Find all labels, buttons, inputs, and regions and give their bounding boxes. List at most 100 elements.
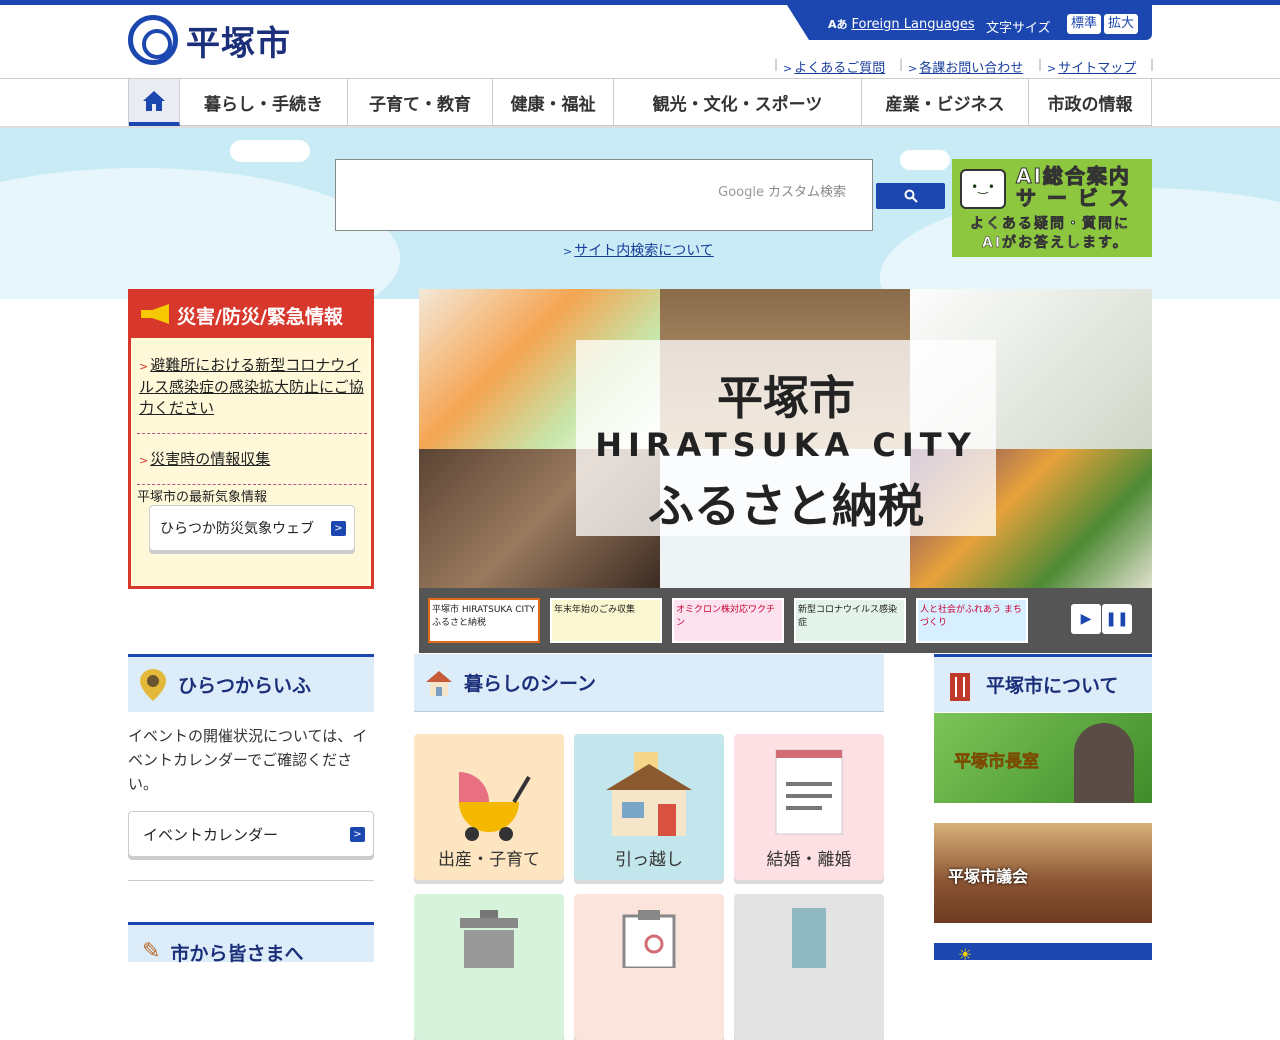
divider: [137, 433, 367, 434]
chevron-right-icon: >: [350, 826, 365, 842]
pencil-icon: ✎: [142, 939, 161, 964]
weather-web-button[interactable]: ひらつか防災気象ウェブ >: [149, 505, 355, 551]
site-logo[interactable]: 平塚市: [128, 15, 291, 65]
divider: [128, 880, 374, 881]
global-nav: 暮らし・手続き 子育て・教育 健康・福祉 観光・文化・スポーツ 産業・ビジネス …: [128, 79, 1153, 127]
foreign-languages-link[interactable]: Aあ Foreign Languages: [828, 16, 975, 32]
mayor-office-label: 平塚市長室: [954, 752, 1040, 773]
search-placeholder: Google カスタム検索: [718, 185, 846, 200]
assembly-label: 平塚市議会: [948, 867, 1029, 886]
chevron-right-icon: >: [139, 360, 149, 373]
play-icon: ▶: [1080, 611, 1092, 627]
link-separator: |: [1038, 57, 1043, 71]
scene-garbage-tile[interactable]: [414, 894, 564, 1040]
chevron-right-icon: >: [908, 62, 918, 75]
sun-icon: ☀: [958, 945, 973, 960]
life-description: イベントの開催状況については、イベントカレンダーでご確認ください。: [128, 727, 368, 793]
mayor-office-banner[interactable]: 平塚市長室: [934, 713, 1152, 803]
font-size-label: 文字サイズ: [986, 21, 1051, 36]
search-button[interactable]: [876, 183, 945, 209]
pause-icon: ❚❚: [1105, 611, 1129, 627]
tile-label: 引っ越し: [615, 850, 683, 870]
link-separator: |: [774, 57, 779, 71]
city-emblem-icon: [128, 15, 178, 65]
message-section-header: ✎ 市から皆さまへ: [128, 922, 374, 965]
divider: [137, 484, 367, 485]
slide-tagline: ふるさと納税: [648, 479, 924, 533]
slide-caption: 平塚市 HIRATSUKA CITY ふるさと納税: [576, 340, 996, 536]
life-section-header: ひらつからいふ: [128, 654, 374, 712]
nav-childcare[interactable]: 子育て・教育: [348, 79, 493, 126]
pause-button[interactable]: ❚❚: [1102, 604, 1132, 634]
disaster-item[interactable]: > 避難所における新型コロナウイルス感染症の感染拡大防止にご協力ください: [139, 355, 364, 419]
search-icon: [904, 189, 918, 203]
home-button[interactable]: [129, 79, 180, 126]
tile-label: 出産・子育て: [438, 850, 540, 870]
scene-health-tile[interactable]: [574, 894, 724, 1040]
nav-city-info[interactable]: 市政の情報: [1029, 79, 1152, 126]
ai-banner-title: AI総合案内サ ー ビ ス: [1016, 164, 1131, 210]
city-assembly-banner[interactable]: 平塚市議会: [934, 823, 1152, 923]
nav-tourism[interactable]: 観光・文化・スポーツ: [614, 79, 862, 126]
cloud-decoration: [900, 150, 950, 170]
slide-title: 平塚市: [717, 371, 855, 425]
slider-thumb[interactable]: 平塚市 HIRATSUKA CITY ふるさと納税: [428, 598, 540, 643]
nav-living[interactable]: 暮らし・手続き: [180, 79, 348, 126]
link-separator: |: [899, 57, 904, 71]
ai-guide-banner[interactable]: •‿• AI総合案内サ ー ビ ス よくある疑問・質問に AIがお答えします。: [952, 159, 1152, 257]
about-section-header: 平塚市について: [934, 654, 1152, 712]
mayor-photo: [1074, 723, 1134, 803]
font-large-button[interactable]: 拡大: [1104, 14, 1139, 34]
scene-marriage-tile[interactable]: 結婚・離婚: [734, 734, 884, 880]
search-input[interactable]: Google カスタム検索: [335, 159, 873, 231]
scene-moving-tile[interactable]: 引っ越し: [574, 734, 724, 880]
tag-icon: [950, 672, 970, 701]
disaster-info-box: 災害/防災/緊急情報 > 避難所における新型コロナウイルス感染症の感染拡大防止にご…: [128, 289, 374, 589]
contact-link[interactable]: > 各課お問い合わせ: [908, 57, 1023, 76]
clipboard-icon: [622, 910, 676, 968]
slider-thumb[interactable]: 人と社会がふれあう まちづくり: [916, 598, 1028, 643]
disaster-item[interactable]: > 災害時の情報収集: [139, 449, 364, 471]
megaphone-icon: [141, 304, 169, 324]
site-header: 平塚市 Aあ Foreign Languages 文字サイズ 標準 拡大 | >…: [0, 5, 1280, 79]
slide-subtitle: HIRATSUKA CITY: [595, 426, 977, 464]
trash-icon: [460, 910, 518, 968]
logo-text: 平塚市: [186, 23, 291, 64]
faq-link[interactable]: > よくあるご質問: [783, 57, 885, 76]
chevron-right-icon: >: [783, 62, 793, 75]
house-icon: [426, 670, 452, 696]
slider-thumbnails: 平塚市 HIRATSUKA CITY ふるさと納税 年末年始のごみ収集 オミクロ…: [419, 588, 1152, 653]
chevron-right-icon: >: [331, 520, 346, 536]
house-icon: [606, 752, 692, 836]
nav-business[interactable]: 産業・ビジネス: [862, 79, 1029, 126]
document-icon: [775, 749, 843, 835]
search-about-link[interactable]: > サイト内検索について: [563, 240, 714, 260]
weather-label: 平塚市の最新気象情報: [137, 490, 268, 505]
slider-thumb[interactable]: オミクロン株対応ワクチン: [672, 598, 784, 643]
nav-health[interactable]: 健康・福祉: [493, 79, 614, 126]
home-icon: [143, 90, 165, 111]
scenes-section-header: 暮らしのシーン: [414, 654, 884, 712]
disaster-header: 災害/防災/緊急情報: [131, 292, 371, 338]
event-calendar-button[interactable]: イベントカレンダー >: [128, 811, 374, 857]
play-button[interactable]: ▶: [1071, 604, 1101, 634]
chevron-right-icon: >: [139, 454, 149, 467]
ai-banner-desc: よくある疑問・質問に AIがお答えします。: [970, 216, 1130, 252]
link-separator: |: [1150, 57, 1155, 71]
slider-thumb[interactable]: 新型コロナウイルス感染症: [794, 598, 906, 643]
robot-icon: •‿•: [960, 169, 1006, 209]
font-standard-button[interactable]: 標準: [1067, 14, 1102, 34]
map-pin-icon: [140, 668, 166, 701]
cloud-decoration: [230, 140, 310, 162]
stroller-icon: [459, 772, 531, 841]
slider-thumb[interactable]: 年末年始のごみ収集: [550, 598, 662, 643]
scene-birth-tile[interactable]: 出産・子育て: [414, 734, 564, 880]
scene-other-tile[interactable]: [734, 894, 884, 1040]
building-icon: [792, 908, 826, 968]
chevron-right-icon: >: [563, 245, 573, 258]
about-banner[interactable]: ☀: [934, 943, 1152, 960]
chevron-right-icon: >: [1047, 62, 1057, 75]
language-icon: Aあ: [828, 18, 848, 31]
sitemap-link[interactable]: > サイトマップ: [1047, 57, 1136, 76]
tile-label: 結婚・離婚: [766, 850, 852, 870]
